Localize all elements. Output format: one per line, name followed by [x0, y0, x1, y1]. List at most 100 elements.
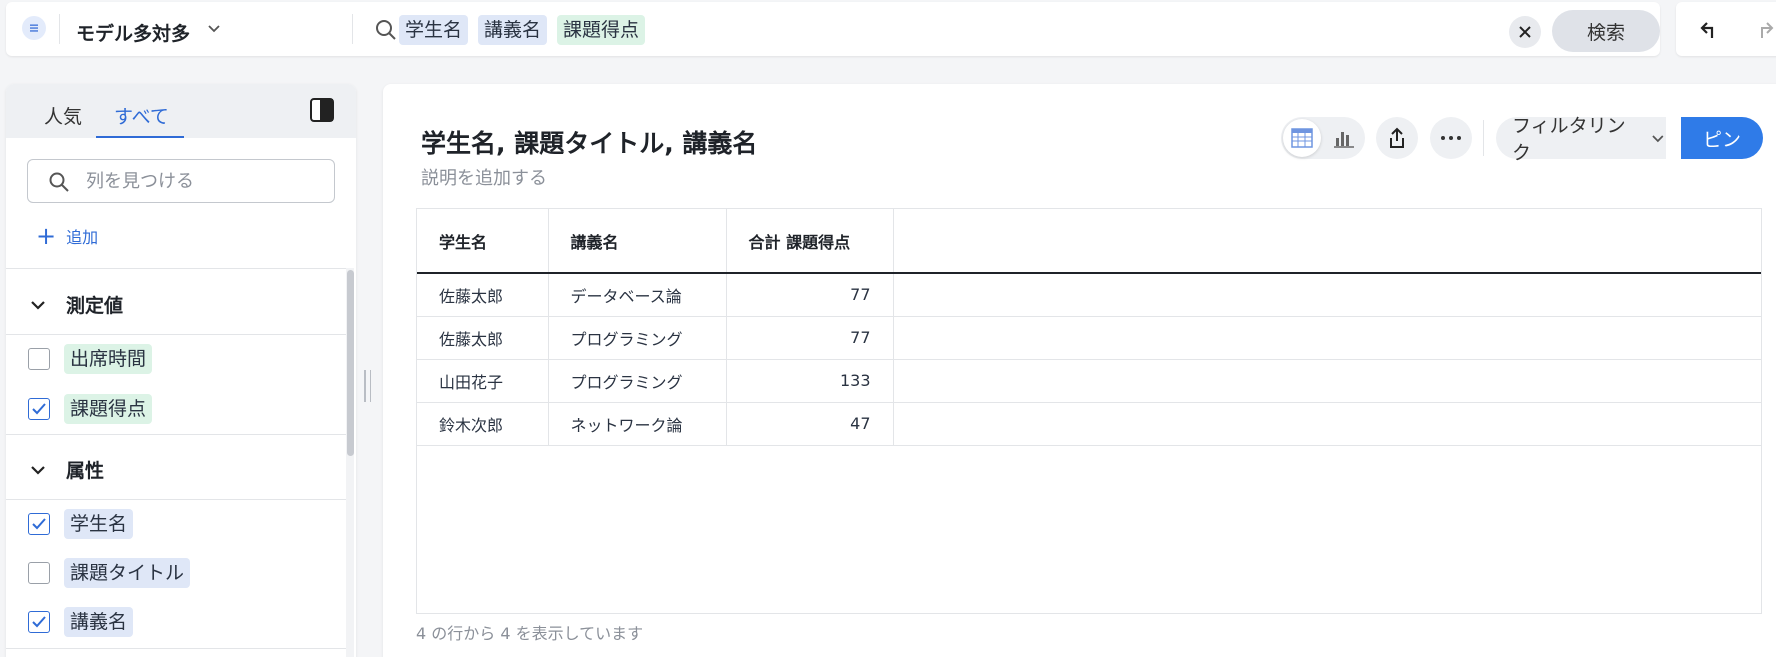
resize-handle[interactable] — [364, 370, 374, 402]
empty-cell — [893, 316, 1761, 360]
model-name[interactable]: モデル多対多 — [76, 19, 190, 46]
results-table: 学生名 講義名 合計 課題得点 佐藤太郎 データベース論 77 佐藤太郎 プログ… — [417, 209, 1761, 446]
empty-cell — [893, 273, 1761, 317]
page-title[interactable]: 学生名, 課題タイトル, 講義名 — [421, 124, 757, 160]
scrollbar-thumb[interactable] — [347, 270, 354, 456]
checkbox-checked[interactable] — [28, 611, 50, 633]
tab-all[interactable]: すべて — [114, 102, 169, 129]
field-label: 出席時間 — [64, 344, 153, 374]
filter-label: フィルタリンク — [1512, 115, 1626, 164]
share-button[interactable] — [1376, 117, 1418, 159]
checkbox[interactable] — [28, 348, 50, 370]
plus-icon: + — [36, 222, 57, 250]
table-view-button[interactable] — [1283, 119, 1321, 157]
field-label: 課題得点 — [64, 394, 153, 424]
column-header[interactable]: 合計 課題得点 — [726, 209, 894, 274]
more-options-button[interactable] — [1430, 117, 1472, 159]
field-label: 講義名 — [64, 607, 134, 637]
redo-icon[interactable] — [1752, 18, 1776, 42]
divider — [6, 268, 346, 269]
search-chips: 学生名 講義名 課題得点 — [399, 15, 646, 45]
section-title: 測定値 — [66, 295, 124, 317]
chevron-down-icon[interactable] — [206, 20, 222, 36]
section-header-attributes[interactable]: 属性 — [28, 456, 104, 483]
search-icon — [49, 172, 69, 192]
divider — [6, 648, 346, 649]
empty-column-header — [893, 209, 1761, 274]
field-label: 課題タイトル — [64, 558, 191, 588]
checkbox[interactable] — [28, 562, 50, 584]
field-row[interactable]: 出席時間 — [28, 344, 153, 374]
checkbox-checked[interactable] — [28, 513, 50, 535]
chart-view-button[interactable] — [1325, 119, 1363, 157]
checkbox-checked[interactable] — [28, 398, 50, 420]
divider — [6, 434, 346, 435]
table-row[interactable]: 鈴木次郎 ネットワーク論 47 — [417, 402, 1761, 446]
search-icon — [376, 20, 396, 40]
tab-bar: 人気 すべて — [6, 84, 356, 138]
results-table-frame: 学生名 講義名 合計 課題得点 佐藤太郎 データベース論 77 佐藤太郎 プログ… — [416, 208, 1762, 614]
empty-cell — [893, 359, 1761, 403]
check-icon — [32, 616, 46, 628]
table-row[interactable]: 佐藤太郎 プログラミング 77 — [417, 316, 1761, 360]
divider — [6, 499, 346, 500]
section-title: 属性 — [66, 460, 105, 482]
add-button[interactable]: + 追加 — [36, 224, 98, 248]
table-cell: 133 — [726, 359, 894, 403]
divider — [59, 14, 60, 44]
field-row[interactable]: 課題タイトル — [28, 558, 191, 588]
column-header[interactable]: 学生名 — [417, 209, 549, 274]
table-cell: 佐藤太郎 — [417, 273, 549, 317]
chevron-down-icon — [31, 465, 45, 475]
panel-toggle-icon[interactable] — [309, 97, 335, 123]
ellipsis-icon — [1441, 136, 1461, 140]
check-icon — [32, 403, 46, 415]
active-tab-indicator — [96, 136, 184, 138]
field-label: 学生名 — [64, 509, 134, 539]
search-chip[interactable]: 課題得点 — [557, 15, 646, 45]
description-placeholder[interactable]: 説明を追加する — [421, 164, 547, 190]
field-panel: 人気 すべて + 追加 測定値 出席時間 課題得点 属性 学生 — [6, 84, 356, 657]
field-row[interactable]: 講義名 — [28, 607, 134, 637]
table-cell: 鈴木次郎 — [417, 402, 549, 446]
pin-button[interactable]: ピン — [1681, 117, 1763, 159]
history-bar — [1676, 2, 1776, 56]
table-cell: ネットワーク論 — [548, 402, 727, 446]
search-button[interactable]: 検索 — [1552, 10, 1660, 52]
share-icon — [1390, 127, 1404, 148]
section-header-measures[interactable]: 測定値 — [28, 291, 123, 318]
table-cell: 77 — [726, 316, 894, 360]
table-cell: データベース論 — [548, 273, 727, 317]
find-column-input[interactable] — [86, 169, 316, 193]
table-row[interactable]: 山田花子 プログラミング 133 — [417, 359, 1761, 403]
empty-cell — [893, 402, 1761, 446]
table-cell: 佐藤太郎 — [417, 316, 549, 360]
table-header-row: 学生名 講義名 合計 課題得点 — [417, 209, 1761, 274]
search-chip[interactable]: 学生名 — [399, 15, 469, 45]
find-column-box[interactable] — [27, 159, 335, 203]
tab-popular[interactable]: 人気 — [44, 102, 82, 129]
column-header[interactable]: 講義名 — [548, 209, 727, 274]
table-row[interactable]: 佐藤太郎 データベース論 77 — [417, 273, 1761, 317]
search-chip[interactable]: 講義名 — [478, 15, 548, 45]
view-toggle — [1281, 117, 1365, 159]
row-count-status: 4 の行から 4 を表示しています — [416, 624, 644, 643]
table-cell: 77 — [726, 273, 894, 317]
main-panel: 学生名, 課題タイトル, 講義名 説明を追加する フィルタリンク ピン 学生名 … — [383, 84, 1776, 657]
close-icon — [1519, 26, 1531, 38]
top-search-bar: モデル多対多 学生名 講義名 課題得点 検索 — [6, 2, 1660, 56]
field-row[interactable]: 学生名 — [28, 509, 134, 539]
divider — [352, 14, 353, 44]
chevron-down-icon — [31, 300, 45, 310]
table-icon — [1291, 128, 1313, 148]
undo-icon[interactable] — [1698, 18, 1722, 42]
table-cell: プログラミング — [548, 359, 727, 403]
field-row[interactable]: 課題得点 — [28, 394, 153, 424]
chevron-down-icon — [1652, 135, 1664, 143]
hamburger-icon[interactable] — [22, 16, 46, 40]
divider — [6, 334, 346, 335]
table-cell: プログラミング — [548, 316, 727, 360]
filter-link-button[interactable]: フィルタリンク — [1496, 115, 1666, 164]
clear-search-button[interactable] — [1509, 16, 1541, 48]
bar-chart-icon — [1334, 132, 1354, 148]
